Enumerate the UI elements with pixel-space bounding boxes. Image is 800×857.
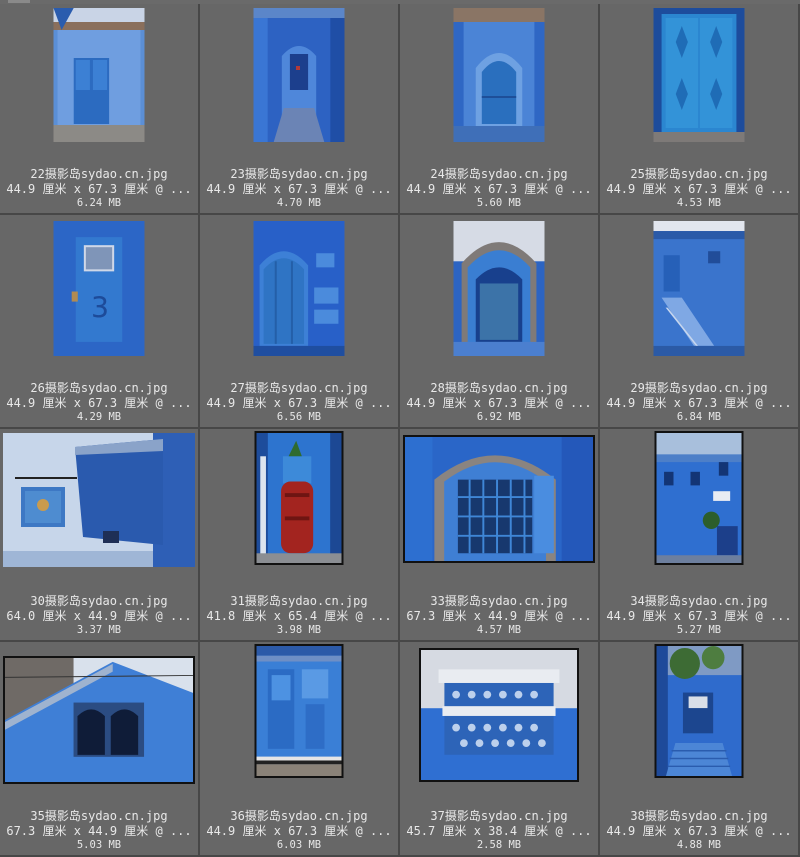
file-dimensions: 44.9 厘米 x 67.3 厘米 @ ... (206, 396, 392, 410)
file-dimensions: 44.9 厘米 x 67.3 厘米 @ ... (206, 824, 392, 838)
file-size: 4.70 MB (276, 197, 322, 209)
file-size: 4.29 MB (76, 411, 122, 423)
file-dimensions: 44.9 厘米 x 67.3 厘米 @ ... (606, 182, 792, 196)
thumbnail-image[interactable] (3, 656, 195, 784)
thumbnail-image[interactable] (53, 8, 145, 142)
thumbnail-image[interactable] (654, 644, 744, 778)
file-size: 6.24 MB (76, 197, 122, 209)
file-dimensions: 44.9 厘米 x 67.3 厘米 @ ... (606, 824, 792, 838)
file-size: 5.27 MB (676, 624, 722, 636)
file-name: 37摄影岛sydao.cn.jpg (430, 809, 568, 823)
thumbnail-image[interactable] (453, 221, 545, 356)
thumbnail-cell[interactable]: 35摄影岛sydao.cn.jpg 67.3 厘米 x 44.9 厘米 @ ..… (0, 642, 200, 857)
file-dimensions: 44.9 厘米 x 67.3 厘米 @ ... (206, 182, 392, 196)
file-name: 28摄影岛sydao.cn.jpg (430, 381, 568, 395)
file-name: 26摄影岛sydao.cn.jpg (30, 381, 168, 395)
thumbnail-cell[interactable]: 25摄影岛sydao.cn.jpg 44.9 厘米 x 67.3 厘米 @ ..… (600, 4, 800, 215)
file-dimensions: 44.9 厘米 x 67.3 厘米 @ ... (606, 396, 792, 410)
thumbnail-cell[interactable]: 28摄影岛sydao.cn.jpg 44.9 厘米 x 67.3 厘米 @ ..… (400, 215, 600, 429)
file-size: 5.03 MB (76, 839, 122, 851)
file-dimensions: 45.7 厘米 x 38.4 厘米 @ ... (406, 824, 592, 838)
file-name: 25摄影岛sydao.cn.jpg (630, 167, 768, 181)
file-dimensions: 44.9 厘米 x 67.3 厘米 @ ... (606, 609, 792, 623)
file-name: 29摄影岛sydao.cn.jpg (630, 381, 768, 395)
file-name: 33摄影岛sydao.cn.jpg (430, 594, 568, 608)
thumbnail-image[interactable] (253, 221, 345, 356)
file-name: 38摄影岛sydao.cn.jpg (630, 809, 768, 823)
file-name: 24摄影岛sydao.cn.jpg (430, 167, 568, 181)
thumbnail-cell[interactable]: 27摄影岛sydao.cn.jpg 44.9 厘米 x 67.3 厘米 @ ..… (200, 215, 400, 429)
file-size: 3.37 MB (76, 624, 122, 636)
thumbnail-cell[interactable]: 33摄影岛sydao.cn.jpg 67.3 厘米 x 44.9 厘米 @ ..… (400, 429, 600, 642)
thumbnail-cell[interactable]: 36摄影岛sydao.cn.jpg 44.9 厘米 x 67.3 厘米 @ ..… (200, 642, 400, 857)
thumbnail-grid: 22摄影岛sydao.cn.jpg 44.9 厘米 x 67.3 厘米 @ ..… (0, 4, 800, 857)
file-name: 35摄影岛sydao.cn.jpg (30, 809, 168, 823)
file-size: 5.60 MB (476, 197, 522, 209)
file-dimensions: 44.9 厘米 x 67.3 厘米 @ ... (406, 396, 592, 410)
file-dimensions: 44.9 厘米 x 67.3 厘米 @ ... (406, 182, 592, 196)
thumbnail-cell[interactable]: 29摄影岛sydao.cn.jpg 44.9 厘米 x 67.3 厘米 @ ..… (600, 215, 800, 429)
file-dimensions: 44.9 厘米 x 67.3 厘米 @ ... (6, 396, 192, 410)
svg-text:3: 3 (91, 292, 109, 325)
file-size: 3.98 MB (276, 624, 322, 636)
thumbnail-cell[interactable]: 22摄影岛sydao.cn.jpg 44.9 厘米 x 67.3 厘米 @ ..… (0, 4, 200, 215)
file-dimensions: 67.3 厘米 x 44.9 厘米 @ ... (406, 609, 592, 623)
file-dimensions: 41.8 厘米 x 65.4 厘米 @ ... (206, 609, 392, 623)
file-name: 36摄影岛sydao.cn.jpg (230, 809, 368, 823)
file-size: 6.84 MB (676, 411, 722, 423)
file-dimensions: 44.9 厘米 x 67.3 厘米 @ ... (6, 182, 192, 196)
thumbnail-cell[interactable]: 34摄影岛sydao.cn.jpg 44.9 厘米 x 67.3 厘米 @ ..… (600, 429, 800, 642)
thumbnail-image[interactable] (653, 8, 745, 142)
file-size: 4.88 MB (676, 839, 722, 851)
thumbnail-cell[interactable]: 30摄影岛sydao.cn.jpg 64.0 厘米 x 44.9 厘米 @ ..… (0, 429, 200, 642)
file-size: 2.58 MB (476, 839, 522, 851)
file-dimensions: 67.3 厘米 x 44.9 厘米 @ ... (6, 824, 192, 838)
file-name: 34摄影岛sydao.cn.jpg (630, 594, 768, 608)
thumbnail-image[interactable] (654, 431, 744, 565)
thumbnail-image[interactable] (254, 431, 344, 565)
file-size: 4.57 MB (476, 624, 522, 636)
thumbnail-image[interactable] (403, 435, 595, 563)
file-name: 30摄影岛sydao.cn.jpg (30, 594, 168, 608)
thumbnail-image[interactable] (254, 644, 344, 778)
thumbnail-cell[interactable]: 38摄影岛sydao.cn.jpg 44.9 厘米 x 67.3 厘米 @ ..… (600, 642, 800, 857)
file-name: 31摄影岛sydao.cn.jpg (230, 594, 368, 608)
toolbar-tab[interactable] (8, 0, 30, 3)
thumbnail-cell[interactable]: 37摄影岛sydao.cn.jpg 45.7 厘米 x 38.4 厘米 @ ..… (400, 642, 600, 857)
file-name: 23摄影岛sydao.cn.jpg (230, 167, 368, 181)
thumbnail-image[interactable] (653, 221, 745, 356)
thumbnail-cell[interactable]: 3 26摄影岛sydao.cn.jpg 44.9 厘米 x 67.3 厘米 @ … (0, 215, 200, 429)
thumbnail-cell[interactable]: 24摄影岛sydao.cn.jpg 44.9 厘米 x 67.3 厘米 @ ..… (400, 4, 600, 215)
thumbnail-image[interactable] (453, 8, 545, 142)
file-size: 6.92 MB (476, 411, 522, 423)
file-size: 6.03 MB (276, 839, 322, 851)
thumbnail-image[interactable]: 3 (53, 221, 145, 356)
file-size: 4.53 MB (676, 197, 722, 209)
file-name: 22摄影岛sydao.cn.jpg (30, 167, 168, 181)
thumbnail-cell[interactable]: 31摄影岛sydao.cn.jpg 41.8 厘米 x 65.4 厘米 @ ..… (200, 429, 400, 642)
file-size: 6.56 MB (276, 411, 322, 423)
file-dimensions: 64.0 厘米 x 44.9 厘米 @ ... (6, 609, 192, 623)
thumbnail-image[interactable] (3, 433, 195, 567)
thumbnail-image[interactable] (419, 648, 579, 782)
thumbnail-image[interactable] (253, 8, 345, 142)
file-name: 27摄影岛sydao.cn.jpg (230, 381, 368, 395)
thumbnail-cell[interactable]: 23摄影岛sydao.cn.jpg 44.9 厘米 x 67.3 厘米 @ ..… (200, 4, 400, 215)
